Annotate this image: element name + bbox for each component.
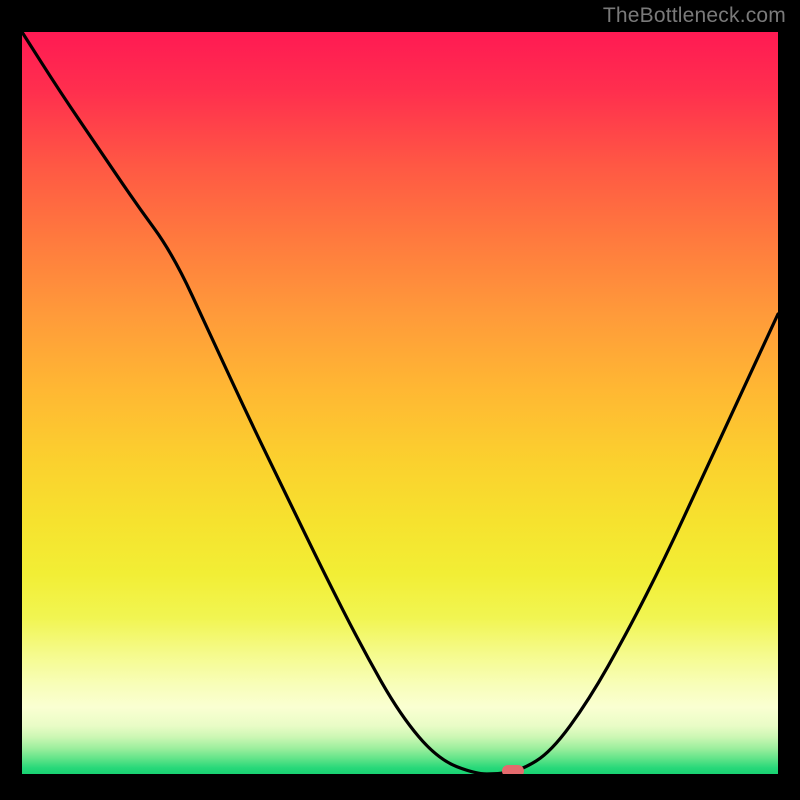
chart-frame: TheBottleneck.com <box>0 0 800 800</box>
bottleneck-curve <box>22 32 778 774</box>
watermark-text: TheBottleneck.com <box>603 4 786 28</box>
optimal-point-marker <box>502 765 524 774</box>
plot-area <box>22 32 778 774</box>
